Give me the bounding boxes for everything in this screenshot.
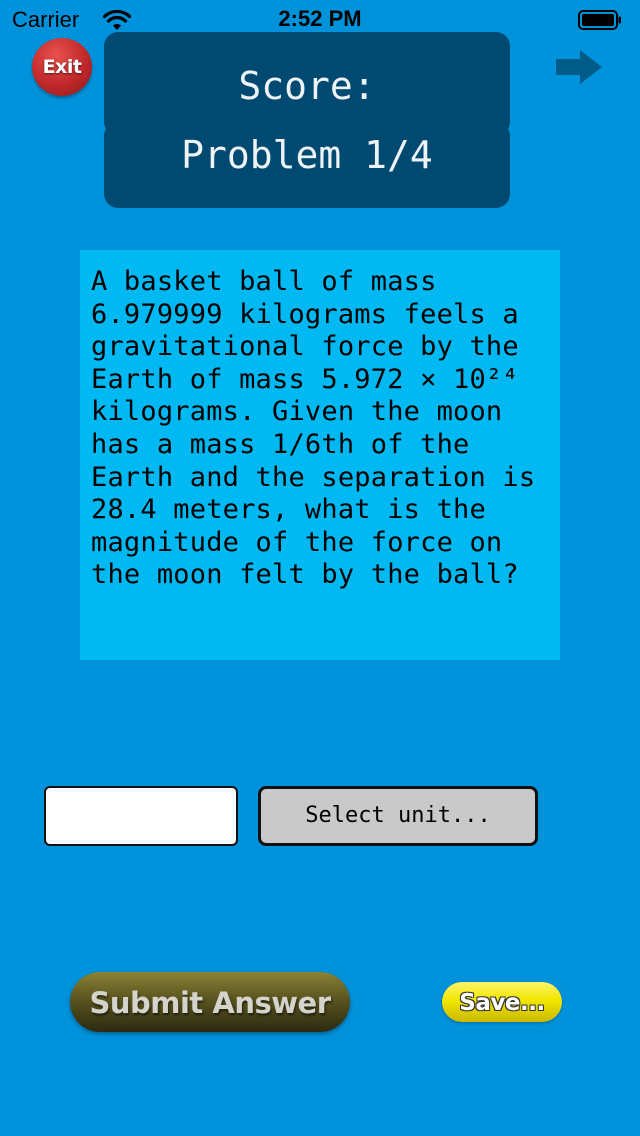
exit-button[interactable]: Exit — [32, 38, 92, 96]
answer-input[interactable] — [44, 786, 238, 846]
score-panel: Score: — [104, 32, 510, 136]
save-button[interactable]: Save... — [442, 982, 562, 1022]
score-label: Score: — [238, 64, 376, 108]
arrow-right-icon[interactable] — [554, 48, 604, 86]
problem-counter: Problem 1/4 — [181, 133, 433, 177]
battery-icon — [578, 10, 621, 30]
problem-panel: Problem 1/4 — [104, 122, 510, 208]
status-time: 2:52 PM — [278, 6, 362, 31]
question-text: A basket ball of mass 6.979999 kilograms… — [91, 266, 536, 591]
unit-select-button[interactable]: Select unit... — [258, 786, 538, 846]
submit-answer-button[interactable]: Submit Answer — [70, 972, 350, 1032]
question-box: A basket ball of mass 6.979999 kilograms… — [80, 250, 560, 660]
